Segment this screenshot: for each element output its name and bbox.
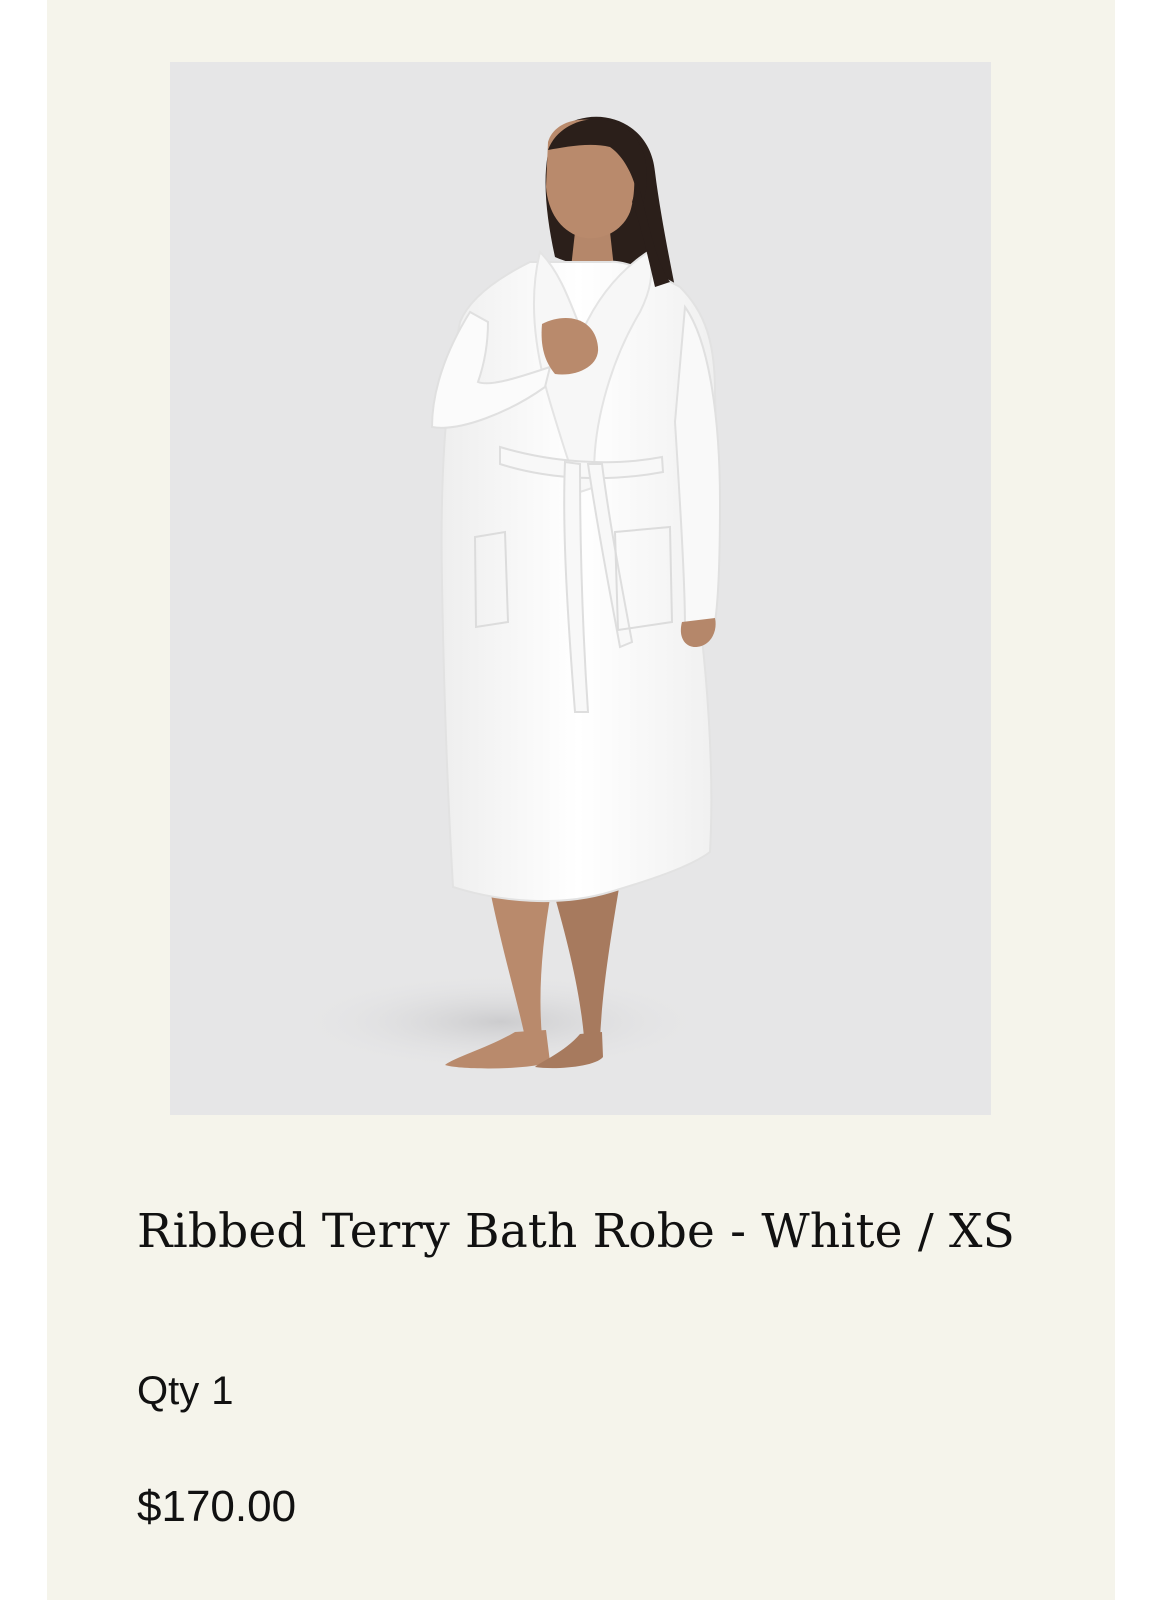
product-image[interactable] [170, 62, 991, 1115]
order-item-card: Ribbed Terry Bath Robe - White / XS Qty 1… [47, 0, 1115, 1600]
product-price: $170.00 [137, 1482, 297, 1531]
quantity-value: 1 [211, 1369, 234, 1413]
product-title: Ribbed Terry Bath Robe - White / XS [137, 1204, 1016, 1259]
quantity-line: Qty 1 [137, 1366, 233, 1416]
robe-model-illustration [290, 116, 722, 1072]
quantity-label: Qty [137, 1369, 200, 1413]
